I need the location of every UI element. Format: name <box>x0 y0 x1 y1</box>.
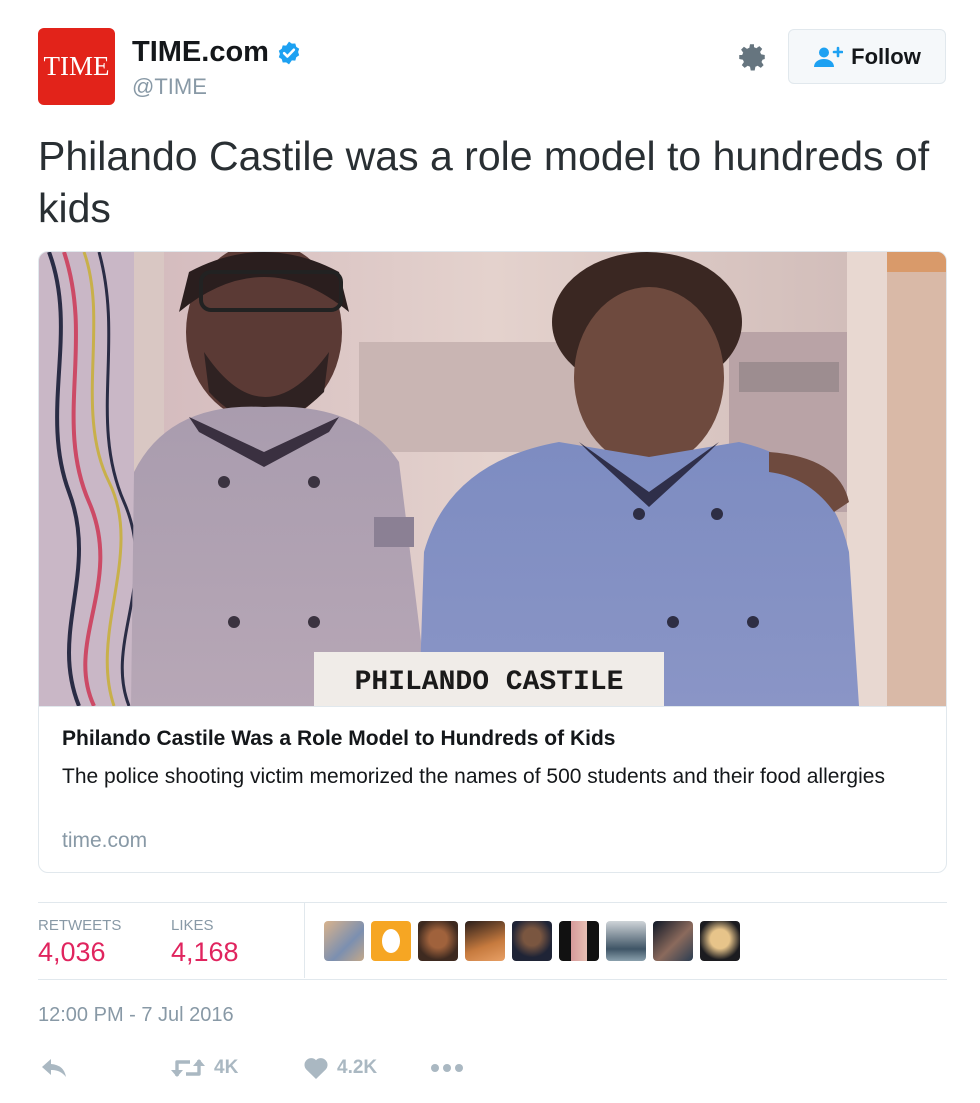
name-row: TIME.com <box>132 36 302 69</box>
add-user-icon <box>814 46 844 67</box>
card-image[interactable]: PHILANDO CASTILE <box>39 252 946 706</box>
like-button[interactable]: 4.2K <box>303 1052 377 1084</box>
heart-icon <box>304 1058 328 1079</box>
liker-avatar[interactable] <box>606 921 646 961</box>
liker-avatar[interactable] <box>371 921 411 961</box>
tweet: TIME TIME.com @TIME Follow Philando Cast… <box>0 0 980 1103</box>
follow-label: Follow <box>851 43 921 69</box>
stats-divider <box>304 903 305 978</box>
verified-badge-icon <box>278 41 300 64</box>
like-count: 4.2K <box>337 1057 378 1078</box>
liker-avatar[interactable] <box>653 921 693 961</box>
tweet-stats: RETWEETS 4,036 LIKES 4,168 <box>38 902 947 980</box>
liker-avatar[interactable] <box>512 921 552 961</box>
card-domain: time.com <box>62 829 148 852</box>
liker-avatar[interactable] <box>465 921 505 961</box>
liker-avatar[interactable] <box>324 921 364 961</box>
gear-icon[interactable] <box>735 40 769 74</box>
reply-icon <box>42 1059 66 1077</box>
card-title[interactable]: Philando Castile Was a Role Model to Hun… <box>62 727 615 751</box>
reply-button[interactable] <box>40 1052 68 1084</box>
retweet-count: 4K <box>214 1057 239 1078</box>
retweet-icon <box>171 1059 205 1077</box>
retweets-count[interactable]: 4,036 <box>38 937 106 968</box>
tweet-text: Philando Castile was a role model to hun… <box>38 133 930 231</box>
user-handle[interactable]: @TIME <box>132 74 207 100</box>
follow-button[interactable]: Follow <box>788 29 946 84</box>
tweet-timestamp[interactable]: 12:00 PM - 7 Jul 2016 <box>38 1004 234 1027</box>
liker-avatar[interactable] <box>559 921 599 961</box>
liker-avatar[interactable] <box>418 921 458 961</box>
retweet-button[interactable]: 4K <box>170 1052 238 1084</box>
likes-count[interactable]: 4,168 <box>171 937 239 968</box>
liker-avatars <box>324 921 747 961</box>
liker-avatar[interactable] <box>700 921 740 961</box>
card-description: The police shooting victim memorized the… <box>62 765 885 788</box>
display-name[interactable]: TIME.com <box>132 36 269 69</box>
retweets-label[interactable]: RETWEETS <box>38 917 121 934</box>
more-button[interactable] <box>430 1052 464 1084</box>
likes-label[interactable]: LIKES <box>171 917 214 934</box>
more-icon <box>431 1064 463 1072</box>
card-body: Philando Castile Was a Role Model to Hun… <box>39 706 946 872</box>
profile-avatar[interactable]: TIME <box>38 28 115 105</box>
name-plate-text: PHILANDO CASTILE <box>355 667 624 698</box>
link-card[interactable]: PHILANDO CASTILE Philando Castile Was a … <box>38 251 947 873</box>
time-logo-text: TIME <box>43 51 110 81</box>
